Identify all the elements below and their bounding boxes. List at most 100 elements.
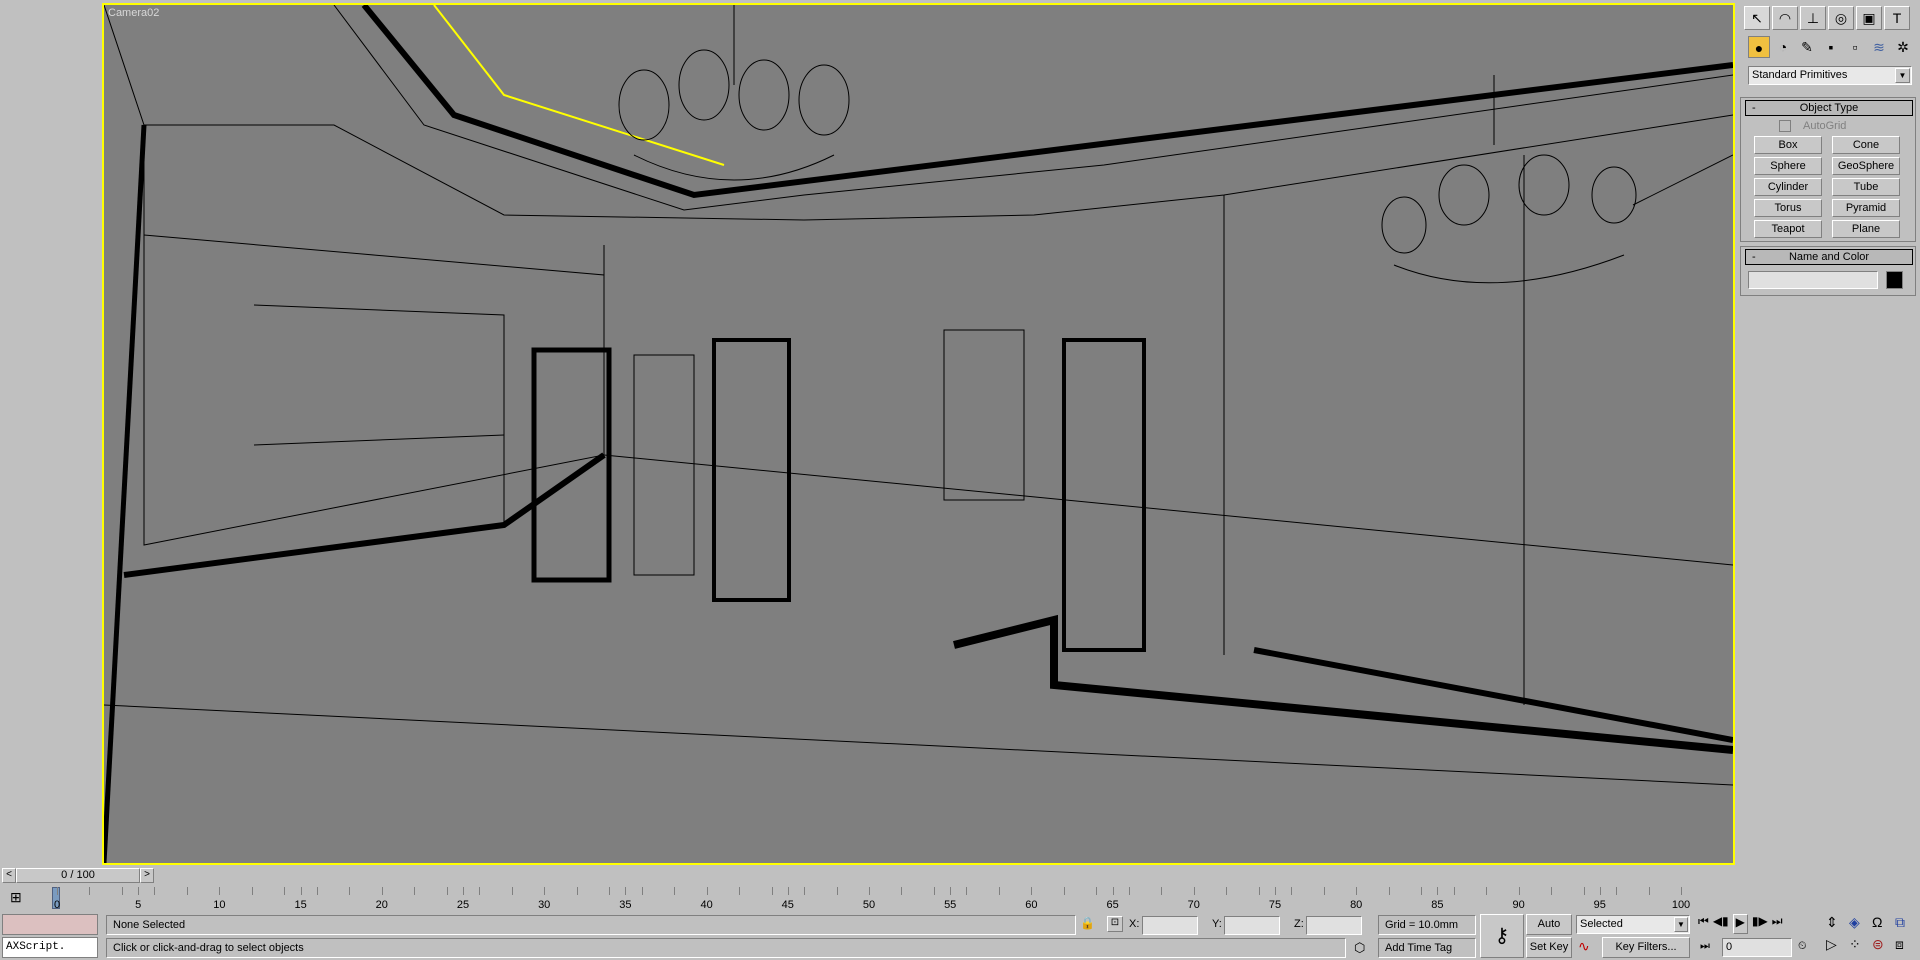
truck-icon[interactable]: ⁘ bbox=[1849, 936, 1872, 958]
modify-tab-icon[interactable]: ◠ bbox=[1772, 6, 1798, 30]
next-frame-button[interactable]: > bbox=[140, 868, 154, 883]
timeline-tick bbox=[1031, 887, 1033, 895]
cameras-icon[interactable]: ▪ bbox=[1820, 36, 1842, 58]
orbit-icon[interactable]: ⊜ bbox=[1872, 936, 1895, 958]
helpers-icon[interactable]: ▫ bbox=[1844, 36, 1866, 58]
key-filters-button[interactable]: Key Filters... bbox=[1602, 937, 1690, 958]
lock-icon[interactable]: 🔒 bbox=[1080, 916, 1095, 930]
cylinder-button[interactable]: Cylinder bbox=[1754, 178, 1822, 196]
timeline-tick bbox=[446, 887, 448, 895]
chevron-down-icon[interactable]: ▼ bbox=[1895, 68, 1910, 83]
set-key-icon[interactable]: ⚷ bbox=[1480, 914, 1524, 958]
y-coordinate-input[interactable] bbox=[1224, 916, 1280, 935]
maxscript-listener-pink[interactable] bbox=[2, 914, 98, 935]
hierarchy-tab-icon[interactable]: ⊥ bbox=[1800, 6, 1826, 30]
sphere-button[interactable]: Sphere bbox=[1754, 157, 1822, 175]
geometry-icon[interactable]: ● bbox=[1748, 36, 1770, 58]
timeline-tick bbox=[511, 887, 513, 895]
auto-key-button[interactable]: Auto Key bbox=[1526, 914, 1572, 949]
y-label: Y: bbox=[1212, 918, 1222, 930]
timeline-tick bbox=[998, 887, 1000, 895]
go-to-end-icon[interactable]: ⏭ bbox=[1772, 914, 1783, 934]
grid-size: Grid = 10.0mm bbox=[1378, 915, 1476, 935]
pyramid-button[interactable]: Pyramid bbox=[1832, 199, 1900, 217]
name-color-rollout: - Name and Color bbox=[1740, 246, 1916, 296]
object-name-input[interactable] bbox=[1748, 271, 1878, 289]
add-time-tag-button[interactable]: Add Time Tag bbox=[1378, 938, 1476, 958]
display-tab-icon[interactable]: ▣ bbox=[1856, 6, 1882, 30]
timeline-tick-label: 40 bbox=[700, 899, 713, 911]
time-slider[interactable]: < 0 / 100 > bbox=[0, 866, 1740, 884]
x-coordinate-input[interactable] bbox=[1142, 916, 1198, 935]
object-type-header[interactable]: - Object Type bbox=[1745, 100, 1913, 116]
timeline-tick bbox=[154, 887, 156, 895]
timeline-tick bbox=[901, 887, 903, 895]
timeline-tick bbox=[1437, 887, 1439, 895]
absolute-mode-icon[interactable]: ⊡ bbox=[1107, 916, 1123, 932]
field-of-view-icon[interactable]: Ω bbox=[1872, 914, 1895, 936]
prev-frame-button[interactable]: < bbox=[2, 868, 16, 883]
next-frame-icon[interactable]: ▮▶ bbox=[1752, 914, 1768, 934]
timeline-tick bbox=[1518, 887, 1520, 895]
timeline-tick bbox=[251, 887, 253, 895]
autogrid-checkbox[interactable] bbox=[1779, 120, 1791, 132]
timeline[interactable]: ⊞ 0 5 10 15 20 25 30 35 40 45 50 55 60 65 70 75 80 85 90 95… bbox=[0, 885, 1740, 912]
torus-button[interactable]: Torus bbox=[1754, 199, 1822, 217]
timeline-tick bbox=[1648, 887, 1650, 895]
collapse-icon: - bbox=[1752, 102, 1756, 114]
time-slider-thumb[interactable]: 0 / 100 bbox=[16, 868, 140, 883]
timeline-tick bbox=[1356, 887, 1358, 895]
utilities-tab-icon[interactable]: T bbox=[1884, 6, 1910, 30]
key-mode-dropdown[interactable]: Selected ▼ bbox=[1576, 915, 1690, 934]
name-color-header[interactable]: - Name and Color bbox=[1745, 249, 1913, 265]
camera-viewport[interactable]: Camera02 bbox=[102, 3, 1735, 865]
timeline-tick bbox=[1599, 887, 1601, 895]
zoom-all-icon[interactable]: ◈ bbox=[1849, 914, 1872, 936]
panel-tabs: ↖ ◠ ⊥ ◎ ▣ T bbox=[1744, 4, 1916, 32]
motion-tab-icon[interactable]: ◎ bbox=[1828, 6, 1854, 30]
chevron-down-icon[interactable]: ▼ bbox=[1674, 917, 1688, 932]
z-coordinate-input[interactable] bbox=[1306, 916, 1362, 935]
primitives-dropdown[interactable]: Standard Primitives ▼ bbox=[1748, 66, 1912, 85]
chandelier-left bbox=[618, 5, 850, 181]
maxscript-mini-listener[interactable]: AXScript. bbox=[2, 937, 98, 958]
timeline-tick bbox=[1226, 887, 1228, 895]
geosphere-button[interactable]: GeoSphere bbox=[1832, 157, 1900, 175]
object-color-swatch[interactable] bbox=[1886, 271, 1903, 289]
timeline-tick bbox=[1112, 887, 1114, 895]
door bbox=[531, 347, 612, 583]
go-to-start-icon[interactable]: ⏮ bbox=[1698, 914, 1709, 934]
current-frame-input[interactable]: 0 bbox=[1722, 938, 1792, 957]
time-configuration-icon[interactable]: ⏲ bbox=[1798, 940, 1807, 953]
create-tab-icon[interactable]: ↖ bbox=[1744, 6, 1770, 30]
teapot-button[interactable]: Teapot bbox=[1754, 220, 1822, 238]
dolly-icon[interactable]: ▷ bbox=[1826, 936, 1849, 958]
set-key-button[interactable]: Set Key bbox=[1526, 937, 1572, 958]
default-tangents-icon[interactable]: ∿ bbox=[1578, 938, 1590, 955]
command-panel: ↖ ◠ ⊥ ◎ ▣ T ● ◔ ✎ ▪ ▫ ≋ ✲ Standard Primi… bbox=[1740, 0, 1920, 960]
lights-icon[interactable]: ✎ bbox=[1796, 36, 1818, 58]
key-mode-toggle-icon[interactable]: ⏭ bbox=[1700, 940, 1710, 953]
timeline-tick bbox=[138, 887, 140, 895]
tube-button[interactable]: Tube bbox=[1832, 178, 1900, 196]
cone-button[interactable]: Cone bbox=[1832, 136, 1900, 154]
zoom-extents-icon[interactable]: ⧉ bbox=[1895, 914, 1918, 936]
timeline-tick-label: 15 bbox=[294, 899, 307, 911]
maximize-viewport-icon[interactable]: ⧈ bbox=[1895, 936, 1918, 958]
plane-button[interactable]: Plane bbox=[1832, 220, 1900, 238]
previous-frame-icon[interactable]: ◀▮ bbox=[1713, 914, 1729, 934]
timeline-tick bbox=[219, 887, 221, 895]
shapes-icon[interactable]: ◔ bbox=[1772, 36, 1794, 58]
timeline-tick bbox=[674, 887, 676, 895]
timeline-tick bbox=[89, 887, 91, 895]
timeline-tick bbox=[1616, 887, 1618, 895]
timeline-tick bbox=[1063, 887, 1065, 895]
play-icon[interactable]: ▶ bbox=[1732, 914, 1748, 934]
time-tag-icon[interactable]: ⬡ bbox=[1354, 940, 1365, 956]
systems-icon[interactable]: ✲ bbox=[1892, 36, 1914, 58]
timeline-tick bbox=[1486, 887, 1488, 895]
zoom-icon[interactable]: ⇕ bbox=[1826, 914, 1849, 936]
box-button[interactable]: Box bbox=[1754, 136, 1822, 154]
space-warps-icon[interactable]: ≋ bbox=[1868, 36, 1890, 58]
timeline-tick-label: 35 bbox=[619, 899, 632, 911]
